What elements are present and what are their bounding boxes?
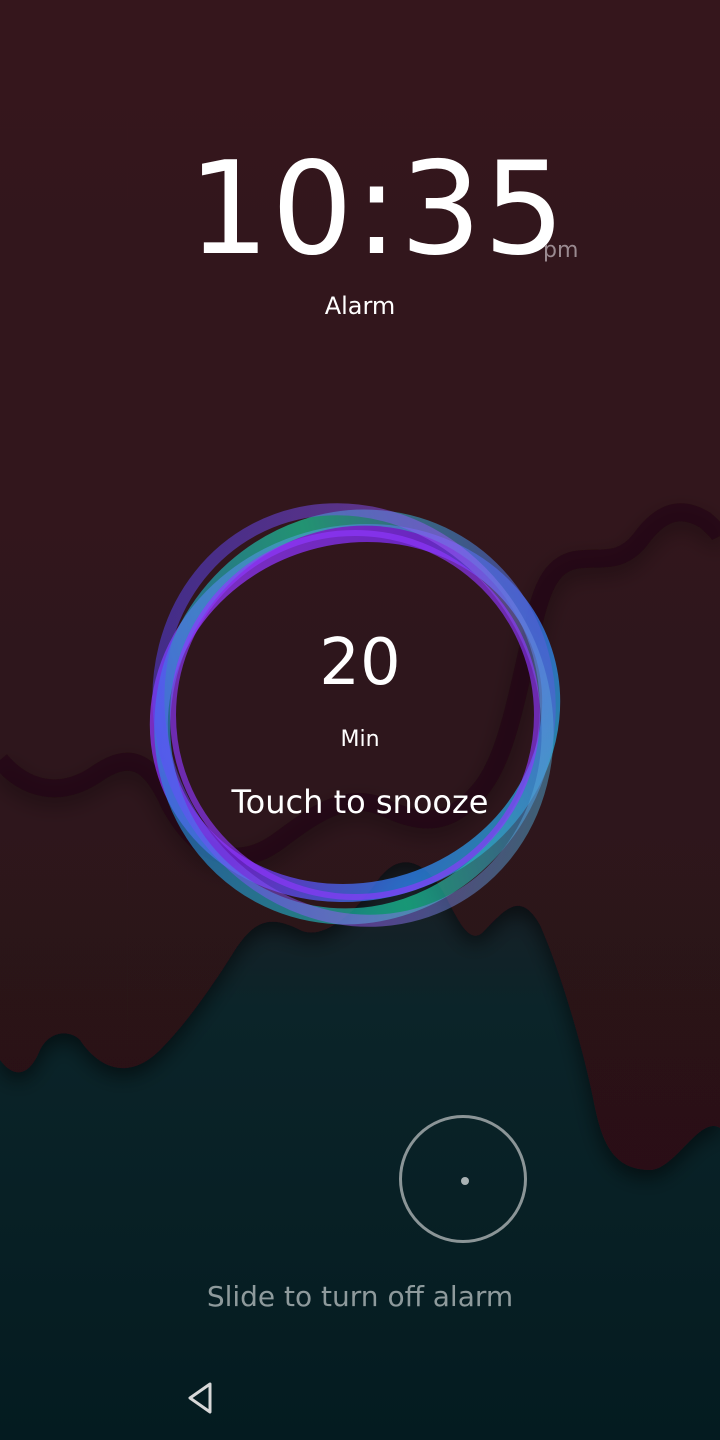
slide-to-dismiss-label: Slide to turn off alarm — [206, 1280, 514, 1313]
alarm-time: 10:35 — [188, 135, 567, 284]
snooze-minutes: 20 — [319, 626, 401, 700]
snooze-instruction: Touch to snooze — [231, 783, 489, 821]
alarm-label: Alarm — [324, 292, 396, 320]
time-display: 10:35 pm — [0, 140, 720, 280]
snooze-unit: Min — [340, 727, 380, 752]
snooze-button[interactable]: 20 Min Touch to snooze — [180, 535, 540, 895]
slide-handle-icon[interactable] — [399, 1115, 527, 1243]
slide-handle-dot — [461, 1177, 469, 1185]
alarm-screen: 10:35 pm Alarm 20 Min Touch to snooze Sl… — [0, 0, 720, 1440]
back-triangle-icon[interactable] — [182, 1380, 218, 1416]
am-pm-indicator: pm — [543, 238, 579, 263]
